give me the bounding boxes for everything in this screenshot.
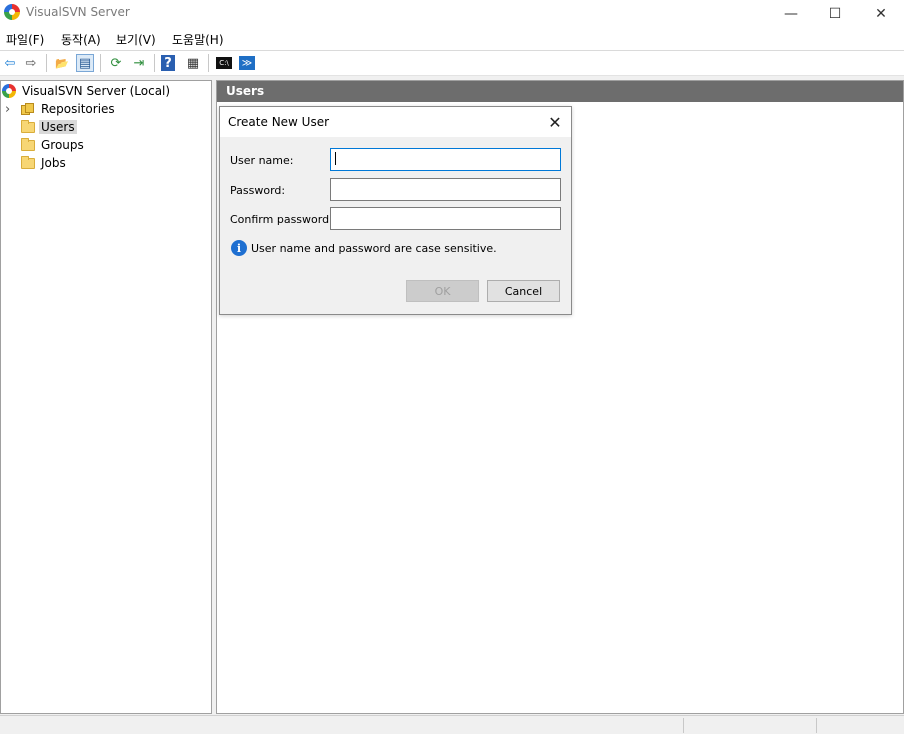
info-icon: i <box>231 240 247 256</box>
tree-item-label: Repositories <box>41 102 115 116</box>
ok-button[interactable]: OK <box>406 280 479 302</box>
tree-item-label: Groups <box>41 138 84 152</box>
text-caret <box>335 152 336 165</box>
tree-item-groups[interactable]: Groups <box>21 136 84 154</box>
status-bar <box>0 715 904 734</box>
confirm-password-label: Confirm password: <box>230 213 333 226</box>
toolbar-separator <box>208 54 209 72</box>
tree-item-label: Users <box>39 120 77 134</box>
pane-header: Users <box>217 81 903 102</box>
info-message: User name and password are case sensitiv… <box>251 242 497 255</box>
folder-icon <box>21 119 35 133</box>
forward-arrow-icon[interactable]: ⇨ <box>22 54 40 72</box>
minimize-button[interactable]: — <box>768 0 814 28</box>
toolbar: ⇦ ⇨ 📂 ▤ ⟳ ⇥ ? ▦ C:\ ≫ <box>0 51 904 76</box>
powershell-icon[interactable]: ≫ <box>239 56 255 70</box>
maximize-button[interactable]: ☐ <box>812 0 858 28</box>
chevron-right-icon[interactable]: › <box>5 102 17 117</box>
status-divider <box>816 718 817 733</box>
tree-item-server[interactable]: VisualSVN Server (Local) <box>2 82 170 100</box>
toolbar-separator <box>100 54 101 72</box>
username-label: User name: <box>230 154 294 167</box>
menu-view[interactable]: 보기(V) <box>116 31 156 48</box>
show-hide-tree-icon[interactable]: ▤ <box>76 54 94 72</box>
close-window-button[interactable]: ✕ <box>858 0 904 28</box>
tree-item-users[interactable]: Users <box>21 118 77 136</box>
cancel-button[interactable]: Cancel <box>487 280 560 302</box>
confirm-password-input[interactable] <box>330 207 561 230</box>
folder-icon <box>21 155 35 169</box>
menu-bar: 파일(F) 동작(A) 보기(V) 도움말(H) <box>0 28 904 51</box>
toolbar-separator <box>154 54 155 72</box>
dialog-title-bar: Create New User ✕ <box>220 107 571 137</box>
menu-action[interactable]: 동작(A) <box>61 31 101 48</box>
help-icon[interactable]: ? <box>161 55 175 71</box>
username-field-wrap <box>330 148 561 171</box>
tree-item-repositories[interactable]: › Repositories <box>5 100 115 118</box>
back-arrow-icon[interactable]: ⇦ <box>1 54 19 72</box>
export-list-icon[interactable]: ⇥ <box>130 54 148 72</box>
title-bar: VisualSVN Server — ☐ ✕ <box>0 0 904 28</box>
status-divider <box>683 718 684 733</box>
menu-help[interactable]: 도움말(H) <box>172 31 224 48</box>
create-new-user-dialog: Create New User ✕ User name: Password: C… <box>219 106 572 315</box>
repositories-icon <box>21 103 35 115</box>
username-input[interactable] <box>330 148 561 171</box>
console-tree: VisualSVN Server (Local) › Repositories … <box>0 80 212 714</box>
refresh-icon[interactable]: ⟳ <box>107 54 125 72</box>
toolbar-separator <box>46 54 47 72</box>
dialog-close-icon[interactable]: ✕ <box>544 111 566 133</box>
visualsvn-logo-icon <box>4 4 20 20</box>
menu-file[interactable]: 파일(F) <box>6 31 44 48</box>
tree-item-label: VisualSVN Server (Local) <box>22 84 171 98</box>
tree-item-label: Jobs <box>41 156 66 170</box>
command-prompt-icon[interactable]: C:\ <box>216 57 232 69</box>
visualsvn-server-icon <box>2 84 16 98</box>
tree-item-jobs[interactable]: Jobs <box>21 154 66 172</box>
properties-icon[interactable]: ▦ <box>184 54 202 72</box>
window-title: VisualSVN Server <box>26 5 130 19</box>
dialog-title: Create New User <box>228 115 330 129</box>
password-label: Password: <box>230 184 286 197</box>
folder-icon <box>21 137 35 151</box>
up-folder-icon[interactable]: 📂 <box>53 54 71 72</box>
password-input[interactable] <box>330 178 561 201</box>
